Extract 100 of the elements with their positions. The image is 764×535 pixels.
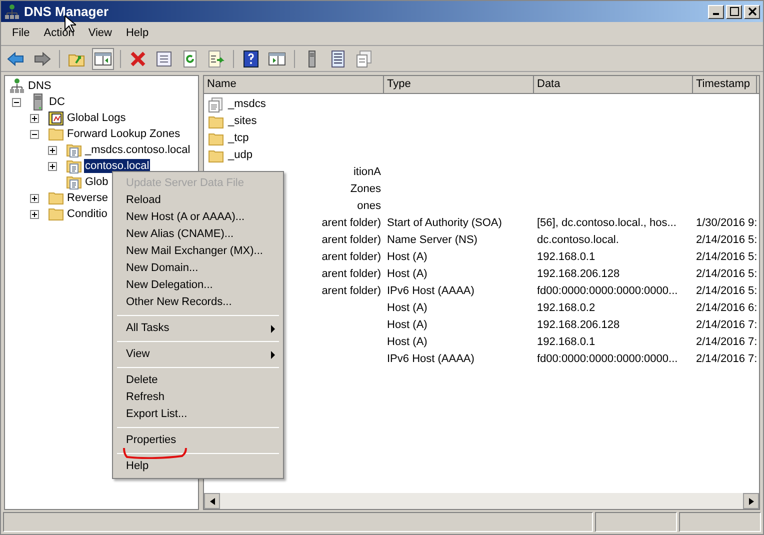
column-header[interactable]: Data — [534, 76, 693, 93]
context-menu-item[interactable]: New Domain... — [115, 260, 281, 277]
timestamp-cell-text: 2/14/2016 7: — [695, 352, 757, 368]
name-cell-text: arent folder) — [322, 250, 381, 266]
tree-item[interactable]: Forward Lookup Zones — [66, 127, 182, 141]
context-menu-item[interactable]: Export List... — [115, 406, 281, 423]
tree-item[interactable]: Global Logs — [66, 111, 127, 125]
copy-icon — [355, 50, 373, 68]
scroll-right-button[interactable] — [743, 493, 759, 509]
context-menu-item[interactable]: Reload — [115, 192, 281, 209]
action-pane-icon — [268, 50, 286, 68]
name-cell-text: ones — [357, 199, 381, 214]
zone-icon — [66, 174, 82, 190]
menu-item[interactable]: View — [81, 25, 119, 42]
zone-icon — [66, 158, 82, 174]
context-menu-item[interactable]: Help — [115, 458, 281, 475]
data-cell-text: 192.168.0.1 — [536, 335, 596, 350]
type-cell-text: Start of Authority (SOA) — [386, 216, 503, 232]
timestamp-cell-text: 2/14/2016 5: — [695, 267, 757, 282]
folder-icon — [208, 148, 224, 162]
context-menu-item[interactable]: Delete — [115, 372, 281, 389]
data-cell-text: 192.168.206.128 — [536, 267, 621, 282]
document-stack-icon — [208, 96, 224, 112]
expand-toggle[interactable] — [48, 146, 57, 154]
context-menu-item[interactable]: New Alias (CNAME)... — [115, 226, 281, 243]
scroll-left-button[interactable] — [204, 493, 220, 509]
type-cell-text: Host (A) — [386, 301, 428, 316]
name-cell-text: arent folder) — [322, 267, 381, 282]
menu-item[interactable]: File — [5, 25, 37, 42]
submenu-arrow-icon — [271, 350, 275, 358]
collapse-toggle[interactable] — [30, 130, 39, 138]
forward-arrow-icon — [33, 50, 51, 68]
toolbar-button[interactable] — [92, 48, 114, 70]
name-cell-text: itionA — [353, 165, 381, 180]
type-cell-text: IPv6 Host (AAAA) — [386, 284, 476, 300]
zone-icon — [66, 142, 82, 158]
tree-item[interactable]: contoso.local — [84, 159, 150, 173]
data-cell-text: 192.168.0.2 — [536, 301, 596, 316]
context-menu-item[interactable]: New Host (A or AAAA)... — [115, 209, 281, 226]
expand-toggle[interactable] — [30, 114, 39, 122]
left-arrow-icon — [210, 498, 214, 504]
data-cell-text: 192.168.206.128 — [536, 318, 621, 334]
right-arrow-icon — [748, 498, 754, 504]
close-button[interactable] — [744, 4, 760, 18]
back-arrow-icon — [7, 50, 25, 68]
timestamp-cell-text: 1/30/2016 9: — [695, 216, 757, 232]
timestamp-cell-text: 2/14/2016 7: — [695, 318, 757, 334]
refresh-icon — [181, 50, 199, 68]
log-book-icon — [48, 110, 64, 126]
expand-toggle[interactable] — [30, 210, 39, 218]
name-cell-text: Zones — [350, 182, 381, 198]
column-header[interactable]: Name — [204, 76, 384, 93]
data-cell-text: fd00:0000:0000:0000:0000... — [536, 352, 679, 368]
expand-toggle[interactable] — [30, 194, 39, 202]
folder-icon — [48, 127, 64, 141]
tree-item[interactable]: Reverse — [66, 191, 109, 205]
timestamp-cell-text: 2/14/2016 7: — [695, 335, 757, 350]
maximize-button[interactable] — [726, 4, 742, 18]
name-cell-text: _msdcs — [228, 97, 266, 112]
context-menu-item[interactable]: Refresh — [115, 389, 281, 406]
context-menu-item[interactable]: View — [115, 346, 281, 363]
collapse-toggle[interactable] — [12, 98, 21, 106]
name-cell-text: _udp — [228, 148, 252, 164]
context-menu-item[interactable]: All Tasks — [115, 320, 281, 337]
submenu-arrow-icon — [271, 324, 275, 332]
close-icon — [748, 7, 756, 16]
tree-item[interactable]: _msdcs.contoso.local — [84, 143, 192, 157]
name-cell-text: arent folder) — [322, 284, 381, 300]
network-icon — [9, 78, 25, 94]
console-tree-icon — [94, 50, 112, 68]
context-menu-item[interactable]: New Delegation... — [115, 277, 281, 294]
type-cell-text: IPv6 Host (AAAA) — [386, 352, 476, 368]
export-list-icon — [207, 50, 225, 68]
minimize-button[interactable] — [708, 4, 724, 18]
menu-item[interactable]: Action — [36, 25, 82, 42]
timestamp-cell-text: 2/14/2016 6: — [695, 301, 757, 316]
tree-item[interactable]: Conditio — [66, 207, 108, 221]
help-icon — [242, 50, 260, 68]
type-cell-text: Host (A) — [386, 318, 428, 334]
column-header[interactable]: Type — [384, 76, 534, 93]
context-menu-item[interactable]: New Mail Exchanger (MX)... — [115, 243, 281, 260]
maximize-icon — [730, 7, 738, 16]
folder-icon — [208, 114, 224, 128]
menu-item[interactable]: Help — [118, 25, 156, 42]
column-header[interactable]: Timestamp — [693, 76, 757, 93]
expand-toggle[interactable] — [48, 162, 57, 170]
tree-item[interactable]: DNS — [27, 79, 52, 93]
horizontal-scrollbar[interactable] — [204, 493, 759, 509]
context-menu-item[interactable]: Properties — [115, 432, 281, 449]
window-title: DNS Manager — [24, 2, 109, 21]
name-cell-text: arent folder) — [322, 233, 381, 248]
data-cell-text: fd00:0000:0000:0000:0000... — [536, 284, 679, 300]
tree-item[interactable]: DC — [48, 95, 66, 109]
context-menu-item[interactable]: Other New Records... — [115, 294, 281, 311]
network-icon — [4, 4, 20, 20]
tree-item[interactable]: Glob — [84, 175, 110, 189]
name-cell-text: _sites — [228, 114, 257, 130]
delete-icon — [129, 50, 147, 68]
data-cell-text: [56], dc.contoso.local., hos... — [536, 216, 678, 232]
folder-icon — [48, 207, 64, 221]
